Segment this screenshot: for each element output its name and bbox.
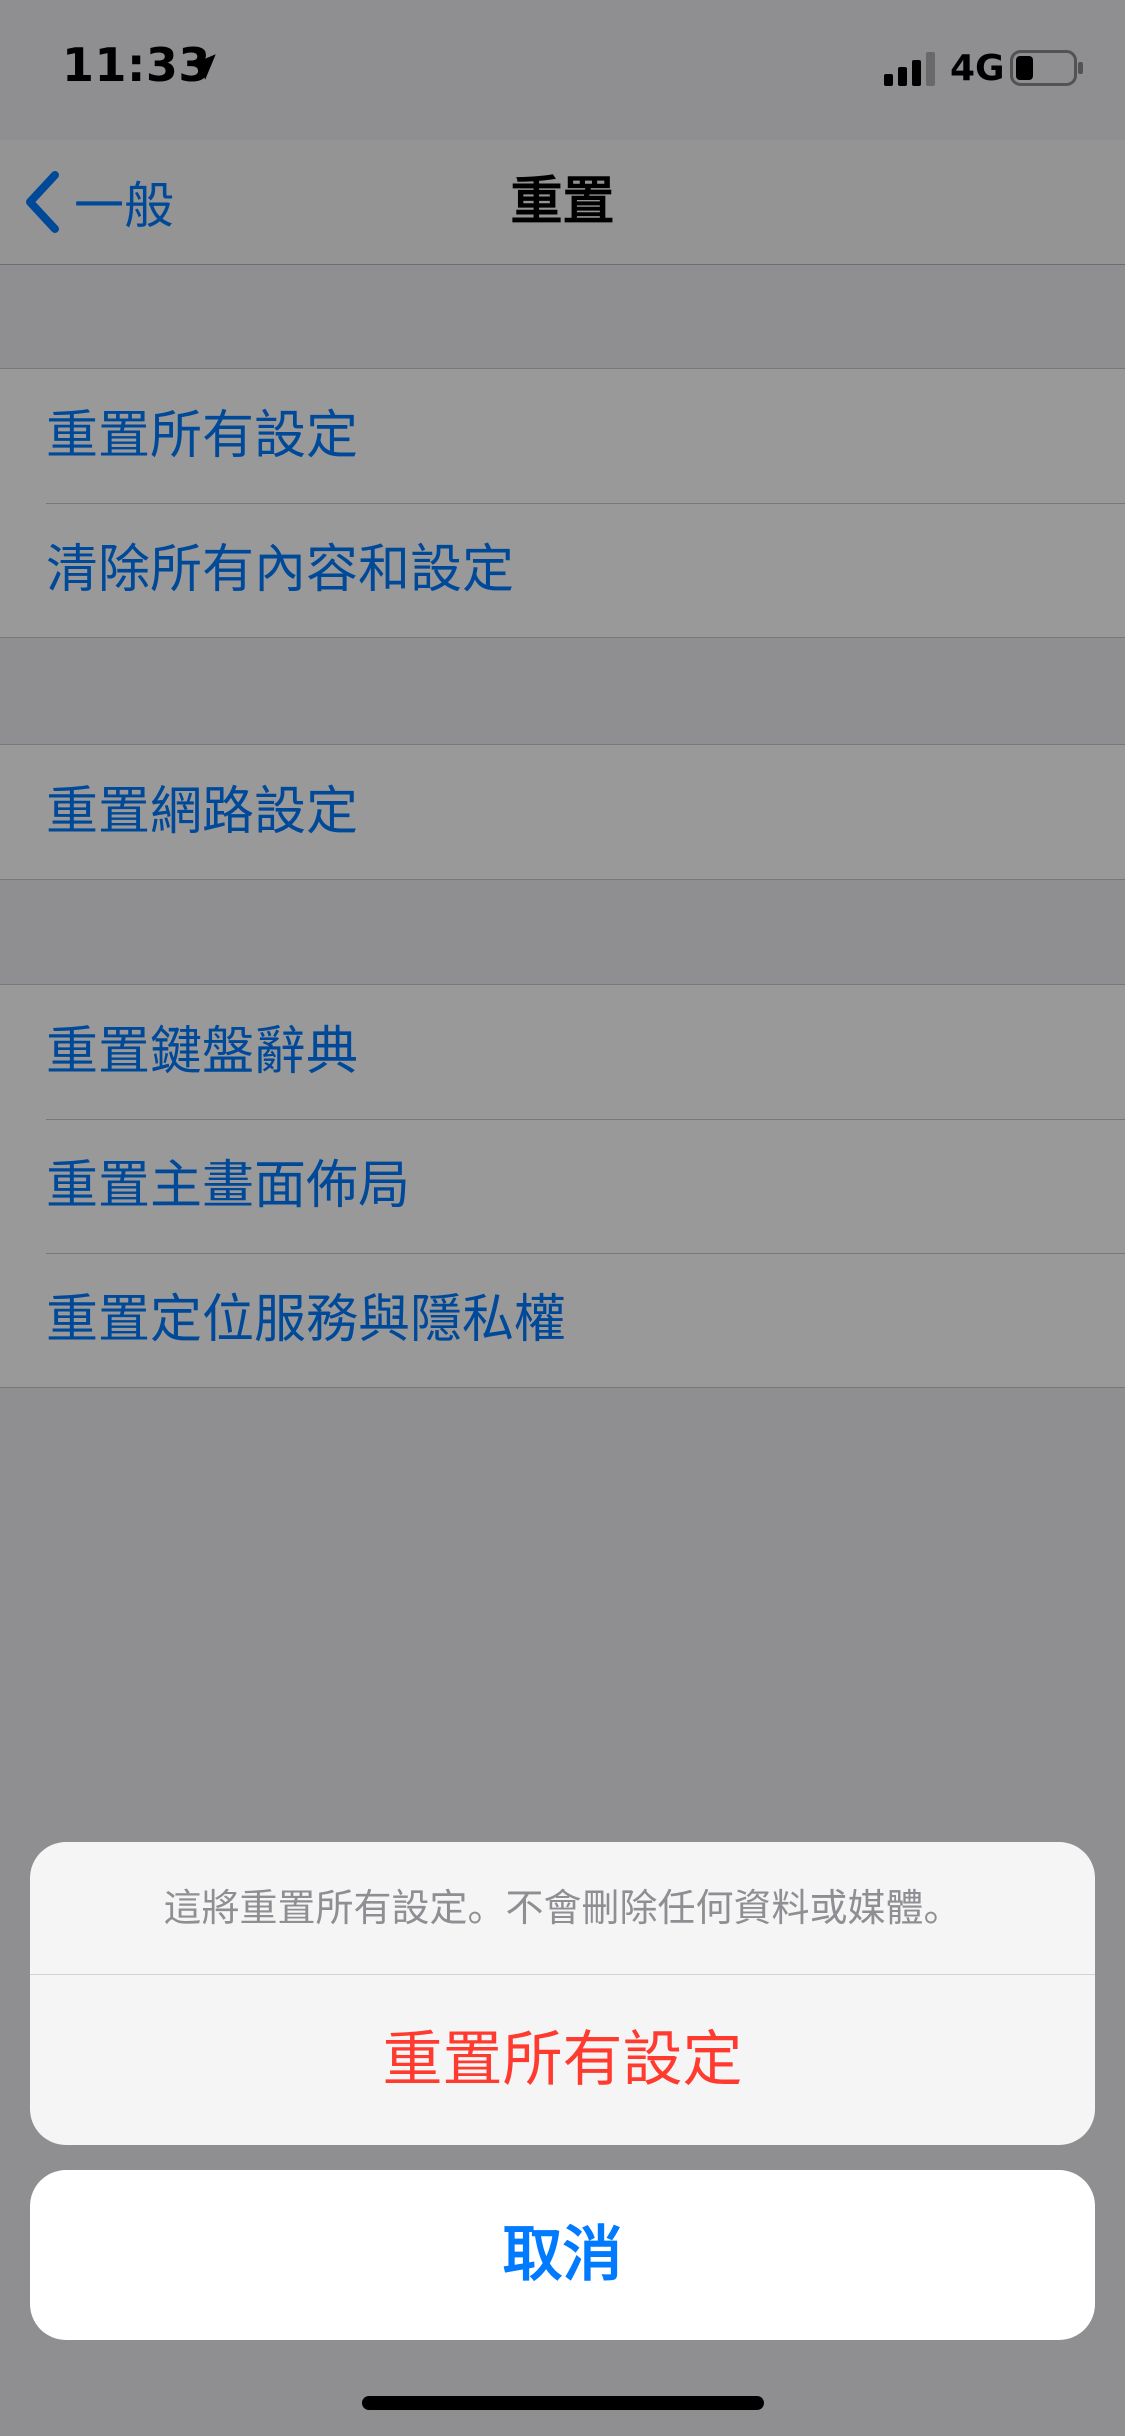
action-sheet: 這將重置所有設定。不會刪除任何資料或媒體。 重置所有設定 bbox=[30, 1842, 1095, 2145]
reset-all-settings-button[interactable]: 重置所有設定 bbox=[30, 1975, 1095, 2145]
cancel-button[interactable]: 取消 bbox=[30, 2170, 1095, 2340]
home-indicator[interactable] bbox=[362, 2396, 764, 2410]
action-sheet-message: 這將重置所有設定。不會刪除任何資料或媒體。 bbox=[163, 1886, 962, 1930]
cancel-sheet: 取消 bbox=[30, 2170, 1095, 2340]
